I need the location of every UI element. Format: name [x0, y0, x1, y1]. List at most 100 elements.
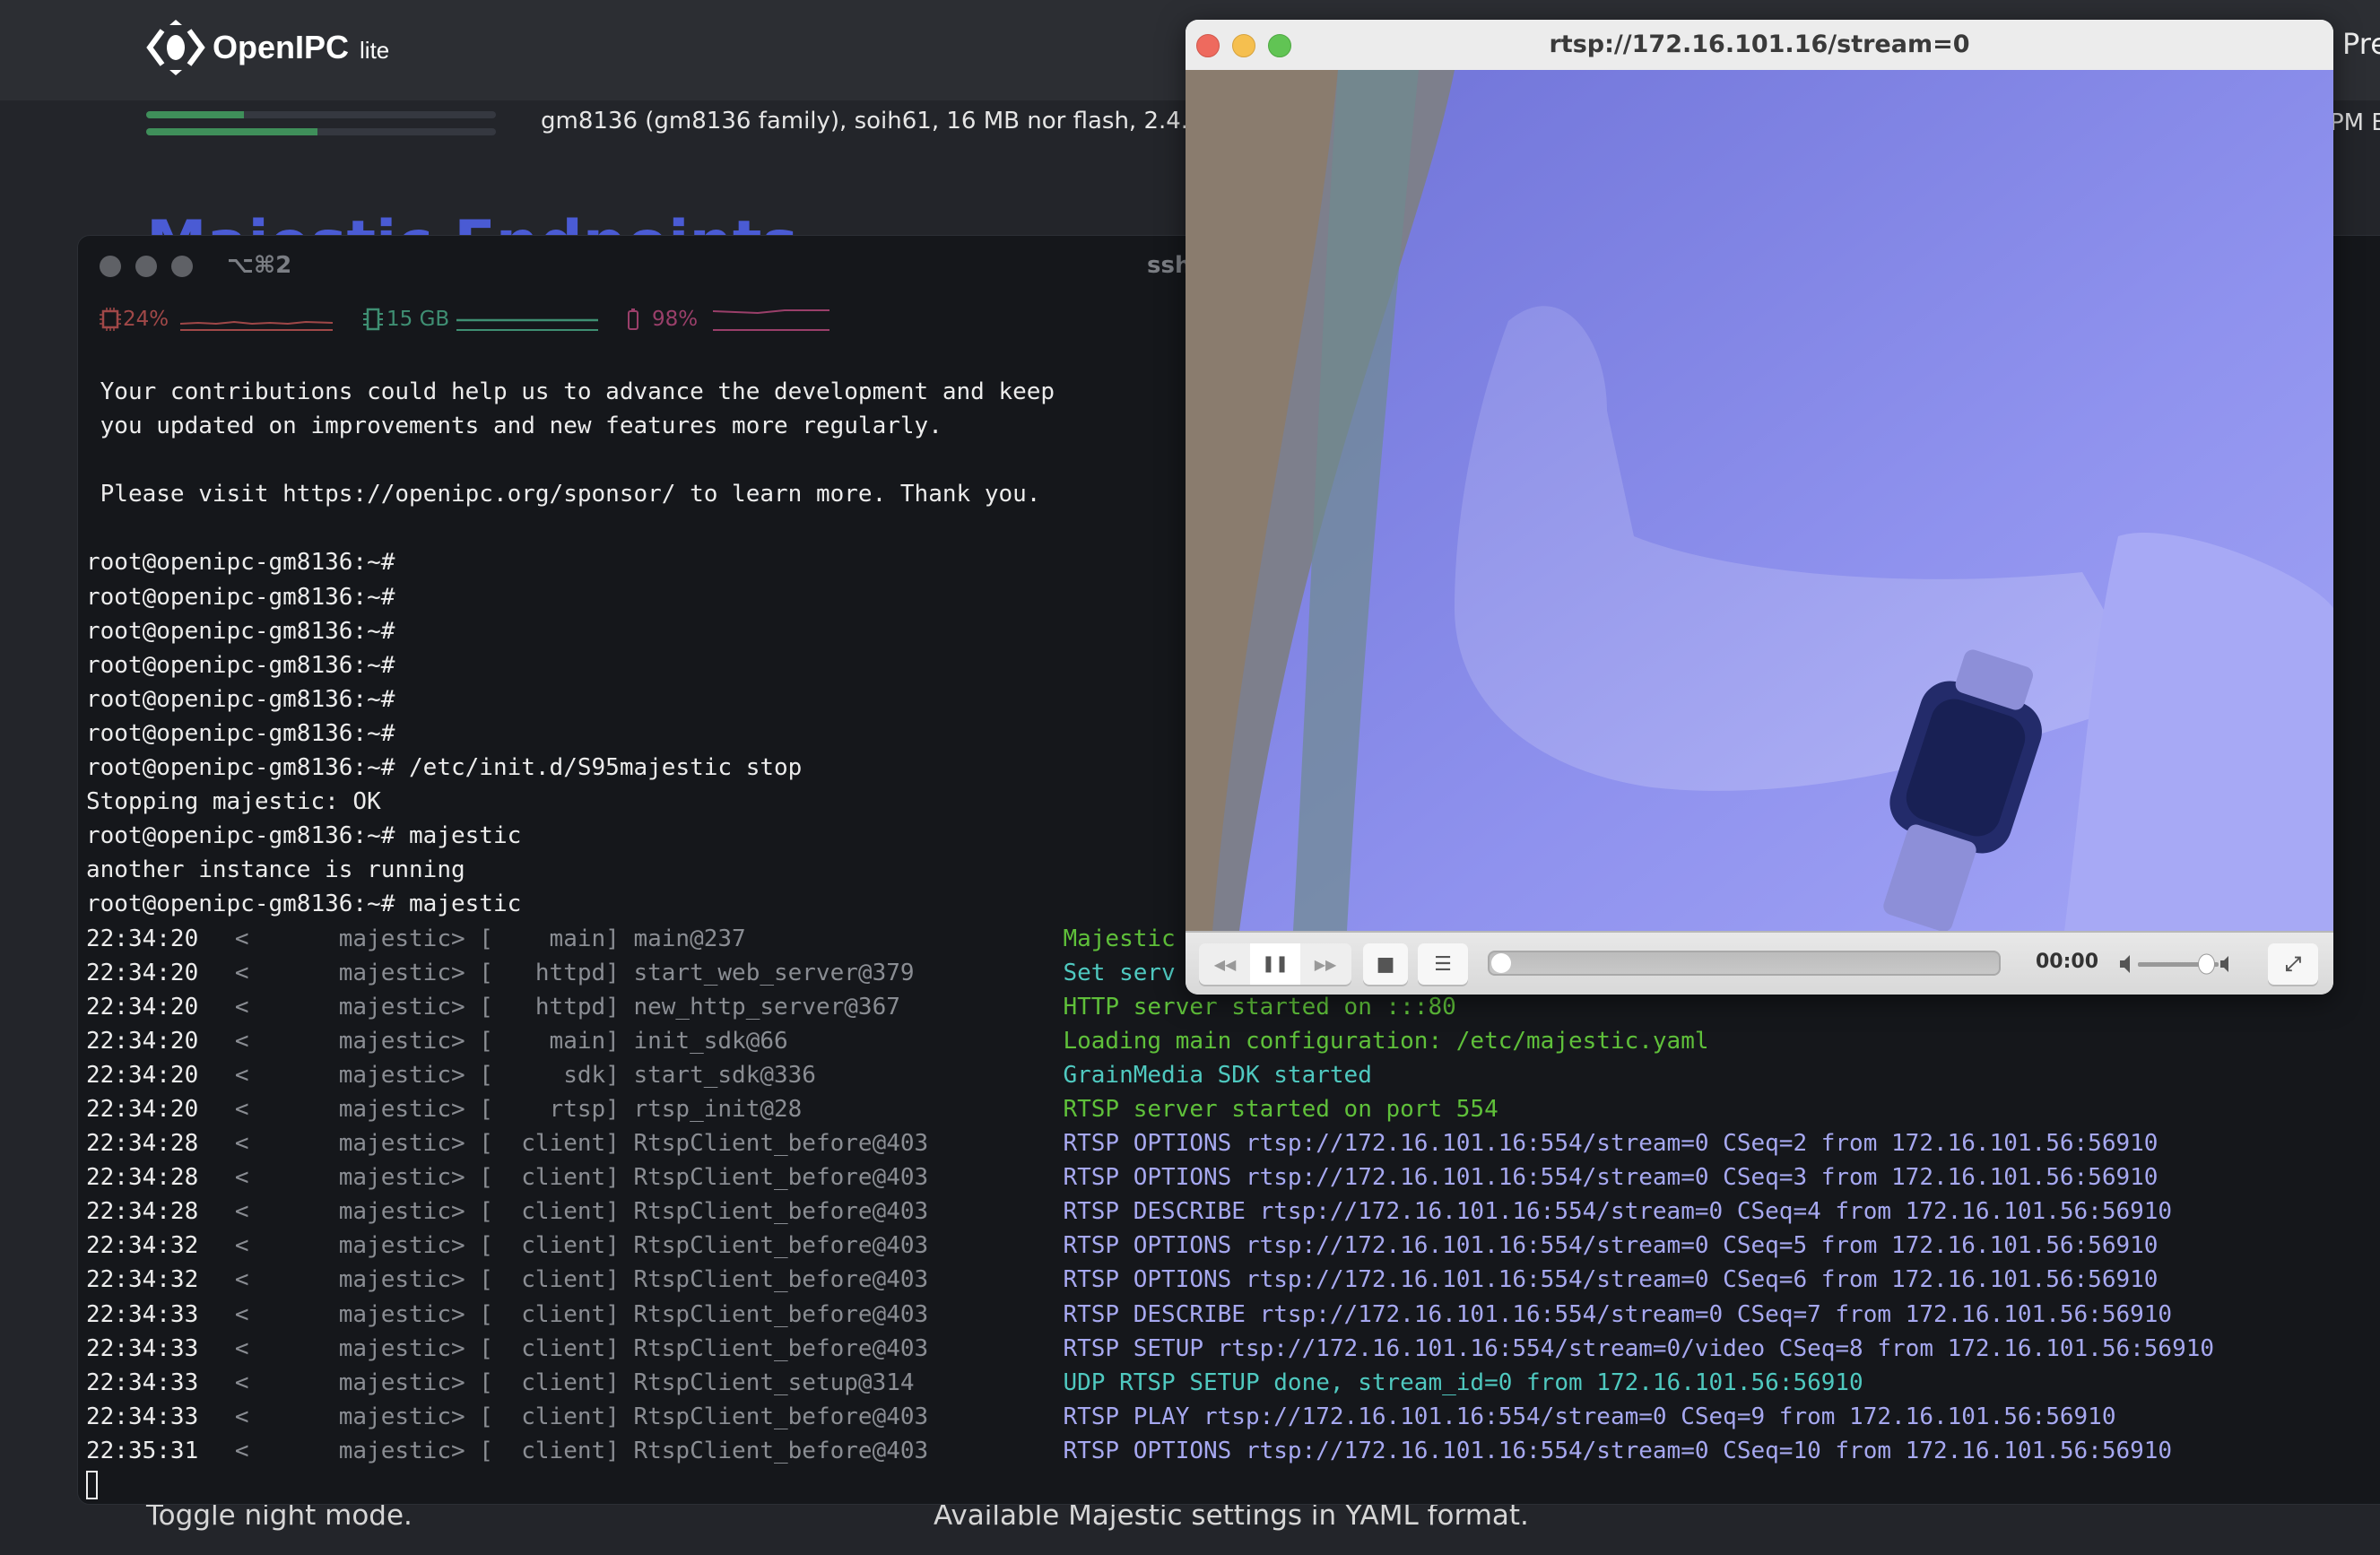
forward-button[interactable]: ▶▶ — [1300, 956, 1351, 973]
log-dir: < — [234, 959, 249, 986]
rewind-button[interactable]: ◀◀ — [1200, 956, 1250, 973]
log-prog: majestic> — [338, 1232, 465, 1260]
memory-progress-bar — [146, 111, 496, 118]
log-tag: [ client] — [479, 1437, 620, 1464]
volume-mute-icon — [2120, 955, 2130, 973]
log-tag: [ main] — [479, 925, 620, 952]
terminal-minimize-button[interactable] — [135, 256, 157, 277]
terminal-zoom-button[interactable] — [171, 256, 193, 277]
log-tag: [ client] — [479, 1334, 620, 1362]
log-msg: RTSP OPTIONS rtsp://172.16.101.16:554/st… — [1063, 1266, 2159, 1294]
player-title-bar[interactable]: rtsp://172.16.101.16/stream=0 — [1186, 20, 2333, 71]
volume-max-icon — [2220, 956, 2228, 972]
log-dir: < — [234, 1198, 249, 1226]
log-func: RtspClient_before@403 — [633, 1403, 929, 1430]
log-prog: majestic> — [338, 959, 465, 986]
log-func: RtspClient_setup@314 — [633, 1368, 915, 1396]
log-time: 22:34:20 — [86, 1027, 199, 1055]
volume-handle — [2198, 953, 2215, 975]
terminal-line-text: root@openipc-gm8136:~# /etc/init.d/S95ma… — [86, 754, 803, 782]
log-msg: RTSP OPTIONS rtsp://172.16.101.16:554/st… — [1063, 1232, 2159, 1260]
fullscreen-button[interactable]: ⤢ — [2268, 943, 2318, 985]
log-time: 22:34:28 — [86, 1130, 199, 1158]
logo-suffix: lite — [360, 36, 390, 64]
log-prog: majestic> — [338, 1437, 465, 1464]
log-tag: [ client] — [479, 1130, 620, 1158]
volume-slider[interactable] — [2118, 952, 2235, 976]
logo[interactable]: OpenIPC lite — [146, 18, 389, 77]
log-dir: < — [234, 1027, 249, 1055]
log-dir: < — [234, 1061, 249, 1089]
flash-progress-bar — [146, 128, 496, 135]
log-func: RtspClient_before@403 — [633, 1334, 929, 1362]
log-prog: majestic> — [338, 1027, 465, 1055]
terminal-line-text: root@openipc-gm8136:~# — [86, 719, 395, 747]
pause-button[interactable]: ❚❚ — [1250, 943, 1300, 985]
terminal-close-button[interactable] — [100, 256, 121, 277]
header-right-link[interactable]: Pre — [2342, 27, 2380, 61]
memory-sparkline — [456, 318, 598, 331]
log-func: new_http_server@367 — [633, 993, 900, 1021]
log-time: 22:34:33 — [86, 1368, 199, 1396]
terminal-line-text: another instance is running — [86, 856, 465, 884]
log-time: 22:34:33 — [86, 1300, 199, 1328]
log-msg: RTSP SETUP rtsp://172.16.101.16:554/stre… — [1063, 1334, 2215, 1362]
cpu-sparkline — [180, 320, 333, 331]
log-dir: < — [234, 1164, 249, 1192]
playback-time: 00:00 — [2036, 951, 2099, 973]
log-func: RtspClient_before@403 — [633, 1198, 929, 1226]
log-dir: < — [234, 1334, 249, 1362]
log-tag: [ client] — [479, 1164, 620, 1192]
playlist-button[interactable]: ☰ — [1418, 943, 1468, 985]
log-msg: GrainMedia SDK started — [1063, 1061, 1372, 1089]
openipc-logo-icon — [146, 20, 205, 75]
seek-handle[interactable] — [1491, 953, 1511, 973]
seek-slider[interactable] — [1488, 951, 2001, 976]
log-func: rtsp_init@28 — [633, 1095, 803, 1123]
log-tag: [ httpd] — [479, 959, 620, 986]
log-dir: < — [234, 993, 249, 1021]
log-func: init_sdk@66 — [633, 1027, 788, 1055]
terminal-line-text: root@openipc-gm8136:~# — [86, 685, 395, 713]
battery-sparkline — [713, 309, 830, 331]
log-time: 22:34:20 — [86, 1061, 199, 1089]
log-tag: [ client] — [479, 1300, 620, 1328]
stop-button[interactable]: ■ — [1363, 943, 1408, 985]
battery-icon — [628, 308, 638, 330]
battery-level: 98% — [652, 308, 699, 331]
log-dir: < — [234, 1130, 249, 1158]
terminal-line-text: root@openipc-gm8136:~# majestic — [86, 890, 522, 918]
log-time: 22:34:28 — [86, 1198, 199, 1226]
log-prog: majestic> — [338, 1368, 465, 1396]
video-player-window[interactable]: rtsp://172.16.101.16/stream=0 ◀◀ ❚❚ ▶▶ ■… — [1186, 20, 2333, 995]
log-prog: majestic> — [338, 1061, 465, 1089]
log-dir: < — [234, 1095, 249, 1123]
log-func: RtspClient_before@403 — [633, 1300, 929, 1328]
log-tag: [ httpd] — [479, 993, 620, 1021]
memory-progress-fill — [146, 111, 245, 118]
log-func: RtspClient_before@403 — [633, 1164, 929, 1192]
log-prog: majestic> — [338, 1095, 465, 1123]
log-dir: < — [234, 1403, 249, 1430]
log-tag: [ client] — [479, 1198, 620, 1226]
log-dir: < — [234, 1300, 249, 1328]
log-prog: majestic> — [338, 993, 465, 1021]
log-prog: majestic> — [338, 1403, 465, 1430]
log-msg: UDP RTSP SETUP done, stream_id=0 from 17… — [1063, 1368, 1863, 1396]
log-tag: [ main] — [479, 1027, 620, 1055]
player-title: rtsp://172.16.101.16/stream=0 — [1549, 30, 1970, 58]
log-tag: [ client] — [479, 1232, 620, 1260]
log-time: 22:34:20 — [86, 925, 199, 952]
log-msg: RTSP DESCRIBE rtsp://172.16.101.16:554/s… — [1063, 1300, 2173, 1328]
log-msg: RTSP DESCRIBE rtsp://172.16.101.16:554/s… — [1063, 1198, 2173, 1226]
terminal-line-text: root@openipc-gm8136:~# — [86, 583, 395, 611]
flash-progress-fill — [146, 128, 318, 135]
terminal-line-text: Stopping majestic: OK — [86, 788, 381, 816]
header-right-info: PM E — [2330, 109, 2380, 136]
log-tag: [ client] — [479, 1266, 620, 1294]
player-controls: ◀◀ ❚❚ ▶▶ ■ ☰ 00:00 ⤢ — [1186, 931, 2333, 995]
log-tag: [ client] — [479, 1403, 620, 1430]
log-dir: < — [234, 925, 249, 952]
log-msg: RTSP OPTIONS rtsp://172.16.101.16:554/st… — [1063, 1130, 2159, 1158]
cpu-usage: 24% — [123, 308, 169, 331]
